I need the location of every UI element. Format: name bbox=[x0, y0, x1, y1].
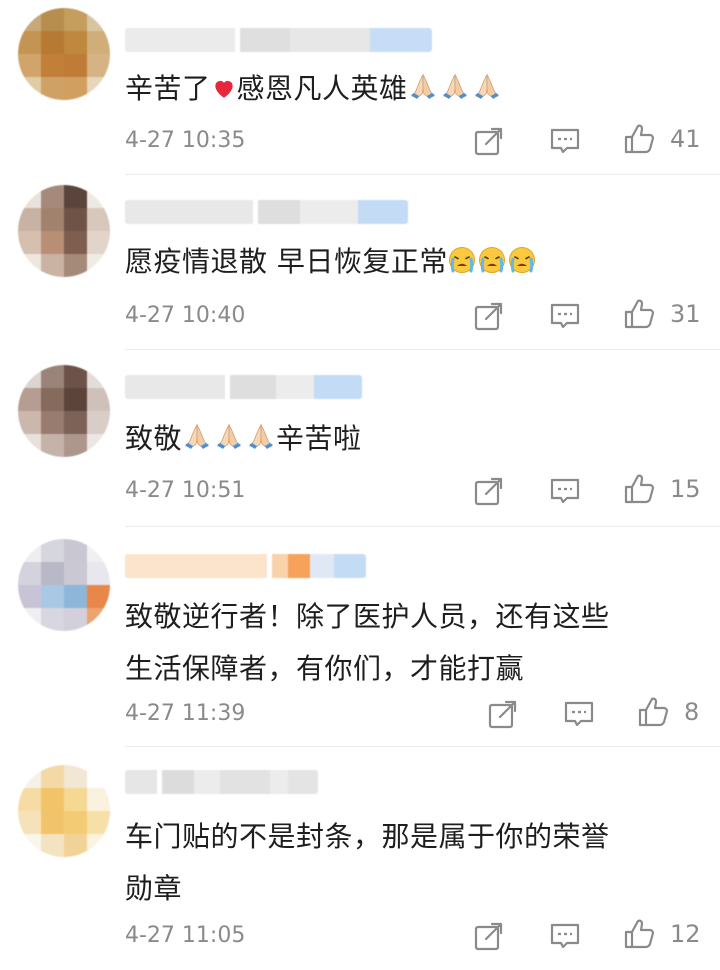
comment-text: 致敬 辛苦啦 bbox=[125, 421, 362, 455]
comment-item: 致敬逆行者！除了医护人员，还有这些 生活保障者，有你们，才能打赢 4-27 11… bbox=[0, 527, 720, 747]
username-redacted[interactable] bbox=[125, 770, 318, 794]
praying-hands-emoji-group bbox=[182, 421, 276, 451]
like-count: 31 bbox=[670, 300, 701, 328]
heart-emoji bbox=[214, 80, 233, 98]
praying-hands-emoji bbox=[474, 73, 499, 99]
crying-face-emoji bbox=[448, 247, 475, 273]
like-button[interactable]: 41 bbox=[622, 122, 701, 156]
share-icon[interactable] bbox=[472, 919, 506, 953]
crying-face-emoji bbox=[478, 247, 505, 273]
thumbs-up-icon bbox=[624, 919, 655, 949]
comment-icon[interactable] bbox=[548, 474, 582, 508]
comment-text: 愿疫情退散 早日恢复正常 bbox=[125, 241, 690, 283]
username-redacted[interactable] bbox=[125, 375, 362, 399]
crying-face-emoji-group bbox=[448, 246, 536, 274]
comment-timestamp: 4-27 10:40 bbox=[125, 303, 246, 328]
thumbs-up-icon bbox=[624, 299, 655, 329]
username-redacted[interactable] bbox=[125, 28, 432, 52]
comment-text-line: 车门贴的不是封条，那是属于你的荣誉 bbox=[125, 820, 610, 853]
avatar[interactable] bbox=[18, 765, 110, 857]
comment-text-line: 勋章 bbox=[125, 872, 183, 905]
like-count: 8 bbox=[684, 698, 700, 726]
avatar[interactable] bbox=[18, 539, 110, 631]
praying-hands-emoji bbox=[217, 423, 242, 449]
avatar[interactable] bbox=[18, 365, 110, 457]
comment-timestamp: 4-27 11:05 bbox=[125, 923, 246, 948]
share-icon[interactable] bbox=[472, 474, 506, 508]
comment-icon[interactable] bbox=[548, 919, 582, 953]
comment-timestamp: 4-27 10:35 bbox=[125, 128, 246, 153]
praying-hands-emoji-group bbox=[408, 71, 502, 101]
like-button[interactable]: 8 bbox=[636, 695, 699, 729]
thumbs-up-icon bbox=[624, 124, 655, 154]
comment-timestamp: 4-27 11:39 bbox=[125, 701, 246, 726]
comment-icon[interactable] bbox=[548, 124, 582, 158]
comment-text: 车门贴的不是封条，那是属于你的荣誉 勋章 bbox=[125, 811, 690, 915]
thumbs-up-icon bbox=[624, 474, 655, 504]
share-icon[interactable] bbox=[486, 697, 520, 731]
like-button[interactable]: 31 bbox=[622, 297, 701, 331]
crying-face-emoji bbox=[508, 247, 535, 273]
avatar[interactable] bbox=[18, 8, 110, 100]
like-count: 12 bbox=[670, 920, 701, 948]
comment-text: 致敬逆行者！除了医护人员，还有这些 生活保障者，有你们，才能打赢 bbox=[125, 591, 690, 695]
comment-icon[interactable] bbox=[548, 299, 582, 333]
like-count: 41 bbox=[670, 125, 701, 153]
comment-item: 辛苦了 感恩凡人英雄 4-27 10:35 41 bbox=[0, 0, 720, 175]
praying-hands-emoji bbox=[442, 73, 467, 99]
like-count: 15 bbox=[670, 475, 701, 503]
username-redacted[interactable] bbox=[125, 200, 408, 224]
comment-text: 辛苦了 感恩凡人英雄 bbox=[125, 68, 690, 110]
comment-text-line: 致敬逆行者！除了医护人员，还有这些 bbox=[125, 600, 610, 633]
avatar[interactable] bbox=[18, 185, 110, 277]
username-redacted[interactable] bbox=[125, 554, 366, 578]
comment-feed: 辛苦了 感恩凡人英雄 4-27 10:35 41 愿疫情退散 早日恢复正常 4-… bbox=[0, 0, 720, 970]
like-button[interactable]: 12 bbox=[622, 917, 701, 951]
comment-timestamp: 4-27 10:51 bbox=[125, 478, 246, 503]
thumbs-up-icon bbox=[638, 697, 669, 727]
comment-item: 致敬 辛苦啦 4-27 10:51 15 bbox=[0, 350, 720, 528]
comment-item: 愿疫情退散 早日恢复正常 4-27 10:40 31 bbox=[0, 175, 720, 350]
praying-hands-emoji bbox=[410, 73, 435, 99]
share-icon[interactable] bbox=[472, 299, 506, 333]
praying-hands-emoji bbox=[249, 423, 274, 449]
comment-icon[interactable] bbox=[562, 697, 596, 731]
comment-text-line: 生活保障者，有你们，才能打赢 bbox=[125, 652, 525, 685]
like-button[interactable]: 15 bbox=[622, 472, 701, 506]
share-icon[interactable] bbox=[472, 124, 506, 158]
comment-item: 车门贴的不是封条，那是属于你的荣誉 勋章 4-27 11:05 12 bbox=[0, 747, 720, 970]
praying-hands-emoji bbox=[185, 423, 210, 449]
